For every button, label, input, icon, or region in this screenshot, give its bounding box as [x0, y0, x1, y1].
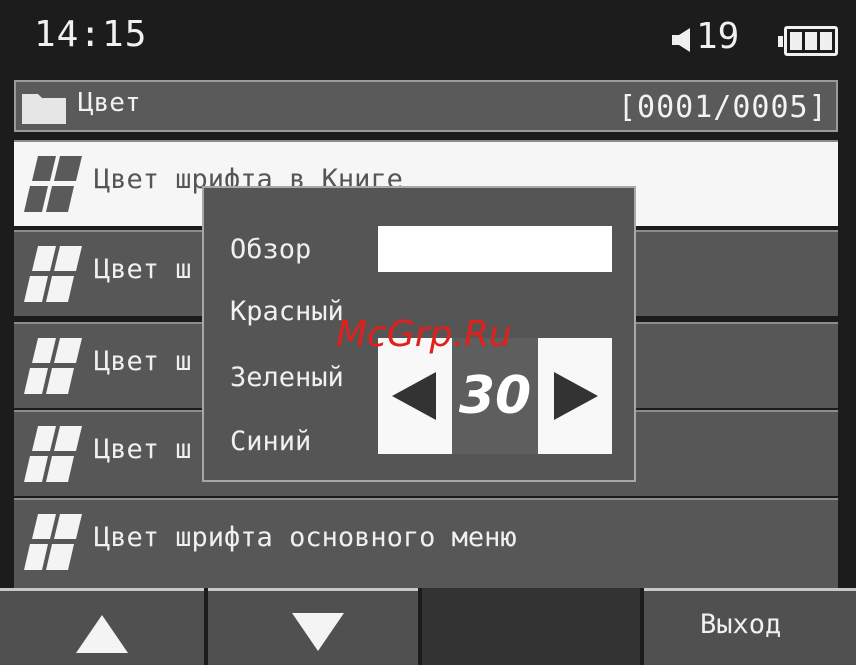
volume-level: 19: [696, 16, 740, 57]
value-display: 30: [452, 338, 538, 454]
red-label[interactable]: Красный: [230, 296, 344, 327]
empty-softkey: [422, 588, 640, 665]
list-item[interactable]: Цвет шрифта основного меню: [14, 498, 838, 588]
color-palette-icon: [24, 338, 82, 394]
color-palette-icon: [24, 246, 82, 302]
color-palette-icon: [24, 156, 82, 212]
arrow-right-icon: [554, 372, 598, 420]
watermark: McGrp.Ru: [336, 314, 512, 355]
color-palette-icon: [24, 514, 82, 570]
item-counter: [0001/0005]: [618, 90, 828, 125]
exit-label: Выход: [700, 609, 782, 640]
color-palette-icon: [24, 426, 82, 482]
list-item-label: Цвет шрифта основного меню: [94, 522, 517, 553]
green-label[interactable]: Зеленый: [230, 362, 344, 393]
exit-button[interactable]: Выход: [644, 588, 856, 665]
list-item-label: Цвет ш: [94, 254, 192, 285]
speaker-icon: [672, 28, 690, 52]
blue-label[interactable]: Синий: [230, 426, 311, 457]
list-item-label: Цвет ш: [94, 434, 192, 465]
arrow-left-icon: [392, 372, 436, 420]
increase-button[interactable]: [538, 338, 612, 454]
down-button[interactable]: [208, 588, 418, 665]
color-preview: [378, 226, 612, 272]
list-item-label: Цвет ш: [94, 346, 192, 377]
arrow-down-icon: [292, 613, 344, 651]
up-button[interactable]: [0, 588, 204, 665]
folder-icon: [22, 94, 66, 124]
decrease-button[interactable]: [378, 338, 452, 454]
preview-label: Обзор: [230, 234, 312, 265]
battery-icon: [778, 26, 838, 56]
clock: 14:15: [34, 14, 148, 55]
page-title: Цвет: [78, 88, 141, 118]
arrow-up-icon: [76, 615, 128, 653]
